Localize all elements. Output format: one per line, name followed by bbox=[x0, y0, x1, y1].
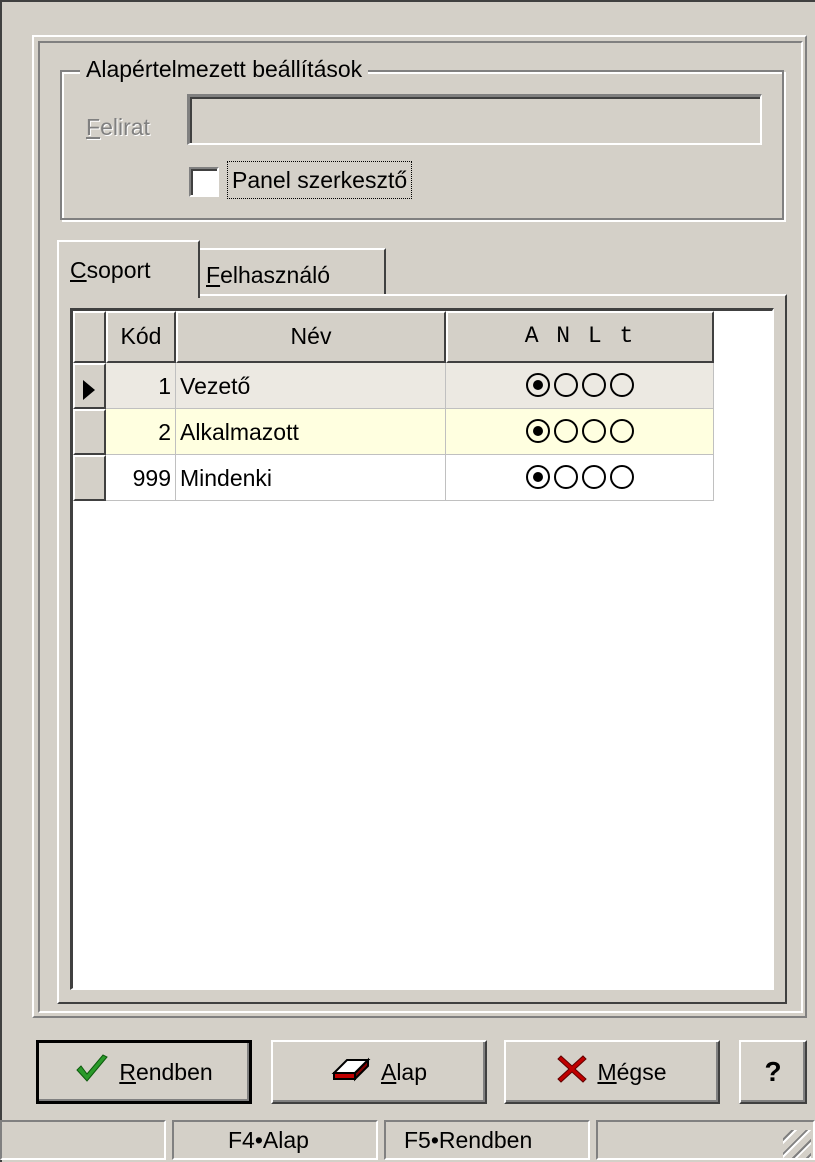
cell-permission-radios[interactable] bbox=[446, 409, 714, 455]
cancel-button-label-rest: égse bbox=[616, 1058, 667, 1085]
x-icon bbox=[557, 1054, 588, 1090]
status-panel-2: F4•Alap bbox=[172, 1120, 378, 1160]
help-button[interactable]: ? bbox=[739, 1040, 807, 1104]
tab-csoport-rest: soport bbox=[86, 257, 151, 283]
radio-l-icon[interactable] bbox=[581, 419, 606, 443]
alap-button[interactable]: Alap bbox=[271, 1040, 487, 1104]
cell-kod[interactable]: 1 bbox=[106, 363, 176, 409]
column-header-anlt[interactable]: A N L t bbox=[446, 311, 714, 363]
resize-grip-icon[interactable] bbox=[783, 1130, 811, 1158]
radio-l-icon[interactable] bbox=[581, 465, 606, 489]
cell-permission-radios[interactable] bbox=[446, 363, 714, 409]
radio-n-icon[interactable] bbox=[553, 465, 578, 489]
tab-csoport-first: C bbox=[70, 257, 87, 283]
cell-kod[interactable]: 2 bbox=[106, 409, 176, 455]
defaults-groupbox bbox=[60, 70, 784, 220]
column-header-kod[interactable]: Kód bbox=[106, 311, 176, 363]
cell-permission-radios[interactable] bbox=[446, 455, 714, 501]
cell-nev[interactable]: Mindenki bbox=[176, 455, 446, 501]
row-indicator[interactable] bbox=[73, 409, 106, 455]
radio-a-icon[interactable] bbox=[525, 419, 550, 443]
felirat-label-rest: elirat bbox=[100, 114, 150, 140]
ok-button-label-first: R bbox=[119, 1058, 136, 1085]
cell-nev[interactable]: Alkalmazott bbox=[176, 409, 446, 455]
tab-felhasznalo-first: F bbox=[206, 262, 221, 288]
groupbox-title: Alapértelmezett beállítások bbox=[80, 54, 369, 84]
tab-felhasznalo[interactable]: Felhasználó bbox=[198, 248, 386, 294]
radio-a-icon[interactable] bbox=[525, 373, 550, 397]
permissions-grid[interactable]: Kód Név A N L t 1 Vezető 2 Alkalmazott 9… bbox=[70, 308, 774, 990]
cancel-button-label-first: M bbox=[597, 1058, 617, 1085]
cell-kod[interactable]: 999 bbox=[106, 455, 176, 501]
cancel-button-label: Mégse bbox=[597, 1059, 666, 1086]
felirat-label: Felirat bbox=[86, 112, 150, 142]
alap-button-label-rest: lap bbox=[396, 1058, 428, 1085]
radio-n-icon[interactable] bbox=[553, 373, 578, 397]
column-header-nev[interactable]: Név bbox=[176, 311, 446, 363]
panel-editor-checkbox[interactable] bbox=[189, 167, 219, 197]
status-panel-3: F5•Rendben bbox=[384, 1120, 590, 1160]
tab-csoport[interactable]: Csoport bbox=[57, 240, 200, 298]
radio-t-icon[interactable] bbox=[609, 373, 634, 397]
status-panel-1 bbox=[0, 1120, 166, 1160]
alap-button-label-first: A bbox=[380, 1058, 397, 1085]
alap-button-label: Alap bbox=[381, 1059, 427, 1086]
grid-corner-header bbox=[73, 311, 106, 363]
radio-a-icon[interactable] bbox=[525, 465, 550, 489]
cancel-button[interactable]: Mégse bbox=[504, 1040, 720, 1104]
row-indicator[interactable] bbox=[73, 455, 106, 501]
panel-editor-checkbox-label[interactable]: Panel szerkesztő bbox=[226, 161, 413, 199]
felirat-input[interactable] bbox=[187, 94, 762, 145]
eraser-icon bbox=[331, 1055, 371, 1089]
radio-t-icon[interactable] bbox=[609, 419, 634, 443]
ok-button-label-rest: endben bbox=[135, 1058, 213, 1085]
radio-t-icon[interactable] bbox=[609, 465, 634, 489]
radio-l-icon[interactable] bbox=[581, 373, 606, 397]
cell-nev[interactable]: Vezető bbox=[176, 363, 446, 409]
ok-button[interactable]: Rendben bbox=[36, 1040, 252, 1104]
ok-button-label: Rendben bbox=[119, 1059, 212, 1086]
radio-n-icon[interactable] bbox=[553, 419, 578, 443]
tab-felhasznalo-rest: elhasználó bbox=[220, 262, 331, 288]
current-row-pointer-icon bbox=[83, 380, 95, 400]
felirat-label-first: F bbox=[86, 114, 101, 140]
checkmark-icon bbox=[75, 1054, 109, 1090]
row-indicator[interactable] bbox=[73, 363, 106, 409]
